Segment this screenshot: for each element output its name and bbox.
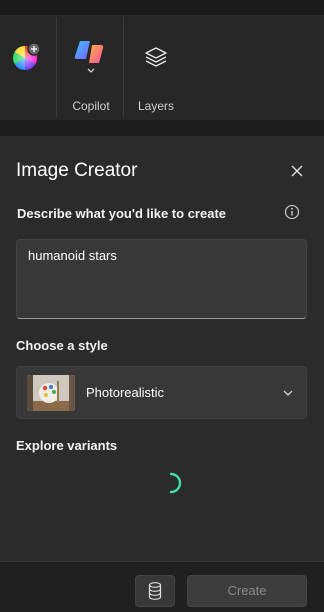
describe-label: Describe what you'd like to create [17,206,226,221]
color-wheel-icon [12,42,41,70]
credits-button[interactable] [135,575,175,607]
image-creator-panel: Image Creator Describe what you'd like t… [0,136,324,612]
title-bar-strip [0,0,324,15]
database-icon [148,582,162,600]
ribbon-separator [123,17,124,117]
style-thumbnail [27,375,75,411]
prompt-input[interactable]: humanoid stars [16,239,307,319]
copilot-icon [74,41,104,63]
style-dropdown[interactable]: Photorealistic [16,366,307,419]
close-icon[interactable] [289,163,305,179]
layers-button[interactable] [140,43,172,75]
panel-title: Image Creator [16,160,138,181]
ribbon-separator [56,17,57,117]
style-label: Choose a style [16,338,108,353]
ribbon-toolbar: Copilot Layers [0,15,324,120]
chevron-down-icon [283,390,293,396]
copilot-button[interactable] [72,37,110,81]
panel-footer: Create [0,561,324,612]
variants-label: Explore variants [16,438,118,453]
create-button[interactable]: Create [187,575,307,607]
color-button[interactable] [8,41,44,77]
layers-label: Layers [137,99,175,113]
copilot-label: Copilot [72,99,110,113]
layers-icon [145,47,167,67]
loading-spinner-icon [169,472,182,494]
info-icon[interactable] [284,204,300,220]
chevron-down-icon [87,68,95,73]
canvas-gap [0,120,324,136]
style-selected-value: Photorealistic [86,385,165,400]
